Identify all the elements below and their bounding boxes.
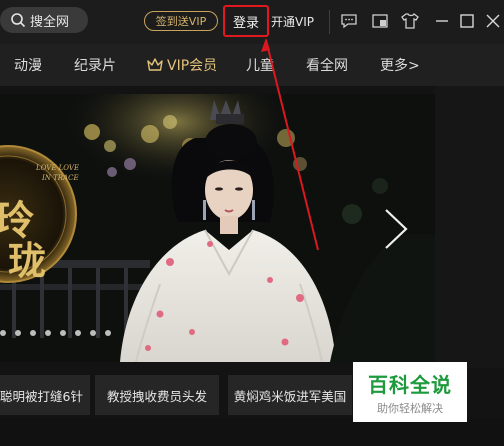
maximize-icon[interactable] — [456, 10, 478, 32]
slide-dot[interactable] — [45, 330, 51, 336]
carousel-dots[interactable] — [0, 330, 111, 336]
divider — [329, 10, 330, 34]
slide-dot[interactable] — [30, 330, 36, 336]
next-slide-arrow-icon[interactable] — [380, 206, 410, 252]
bottom-strip — [0, 418, 504, 446]
slide-dot[interactable] — [60, 330, 66, 336]
top-bar: 搜全网 签到送VIP 登录 开通VIP — [0, 0, 504, 44]
category-nav: 动漫 纪录片 VIP会员 儿童 看全网 更多> — [0, 44, 504, 86]
crown-icon — [147, 58, 163, 71]
slide-dot[interactable] — [15, 330, 21, 336]
nav-item-vip-label: VIP会员 — [167, 58, 218, 74]
banner-image: LOVE LOVE IN TRACE 玲 珑 — [0, 94, 435, 362]
skin-tshirt-icon[interactable] — [399, 10, 421, 32]
headline-item[interactable]: 聪明被打缝6针 — [0, 375, 90, 415]
login-button[interactable]: 登录 — [223, 5, 269, 37]
nav-item-more[interactable]: 更多> — [380, 55, 420, 75]
svg-text:LOVE LOVE: LOVE LOVE — [35, 164, 79, 172]
watermark-logo: 百科全说 助你轻松解决 — [353, 362, 467, 422]
side-panel — [435, 86, 504, 368]
svg-text:珑: 珑 — [8, 238, 46, 283]
minimize-icon[interactable] — [431, 10, 453, 32]
message-icon[interactable] — [338, 10, 360, 32]
nav-item-anime[interactable]: 动漫 — [14, 55, 42, 75]
mini-player-icon[interactable] — [369, 10, 391, 32]
slide-dot[interactable] — [0, 330, 6, 336]
nav-item-kids[interactable]: 儿童 — [246, 55, 274, 75]
nav-item-vip[interactable]: VIP会员 — [146, 55, 217, 75]
nav-item-all-web[interactable]: 看全网 — [306, 55, 348, 75]
close-icon[interactable] — [482, 10, 504, 32]
signin-vip-button[interactable]: 签到送VIP — [144, 11, 218, 31]
nav-item-documentary[interactable]: 纪录片 — [74, 55, 116, 75]
open-vip-link[interactable]: 开通VIP — [271, 13, 314, 30]
headline-item[interactable]: 教授拽收费员头发 — [95, 375, 219, 415]
banner-carousel[interactable]: LOVE LOVE IN TRACE 玲 珑 — [0, 94, 435, 362]
slide-dot[interactable] — [90, 330, 96, 336]
slide-dot[interactable] — [75, 330, 81, 336]
search-icon — [11, 13, 26, 28]
headline-item[interactable]: 黄焖鸡米饭进军美国 — [228, 375, 352, 415]
search-label: 搜全网 — [30, 14, 70, 30]
slide-dot[interactable] — [105, 330, 111, 336]
search-box[interactable]: 搜全网 — [0, 7, 88, 33]
watermark-title: 百科全说 — [368, 372, 452, 397]
svg-text:玲: 玲 — [0, 197, 34, 244]
svg-text:IN TRACE: IN TRACE — [41, 174, 79, 182]
watermark-subtitle: 助你轻松解决 — [377, 401, 443, 415]
